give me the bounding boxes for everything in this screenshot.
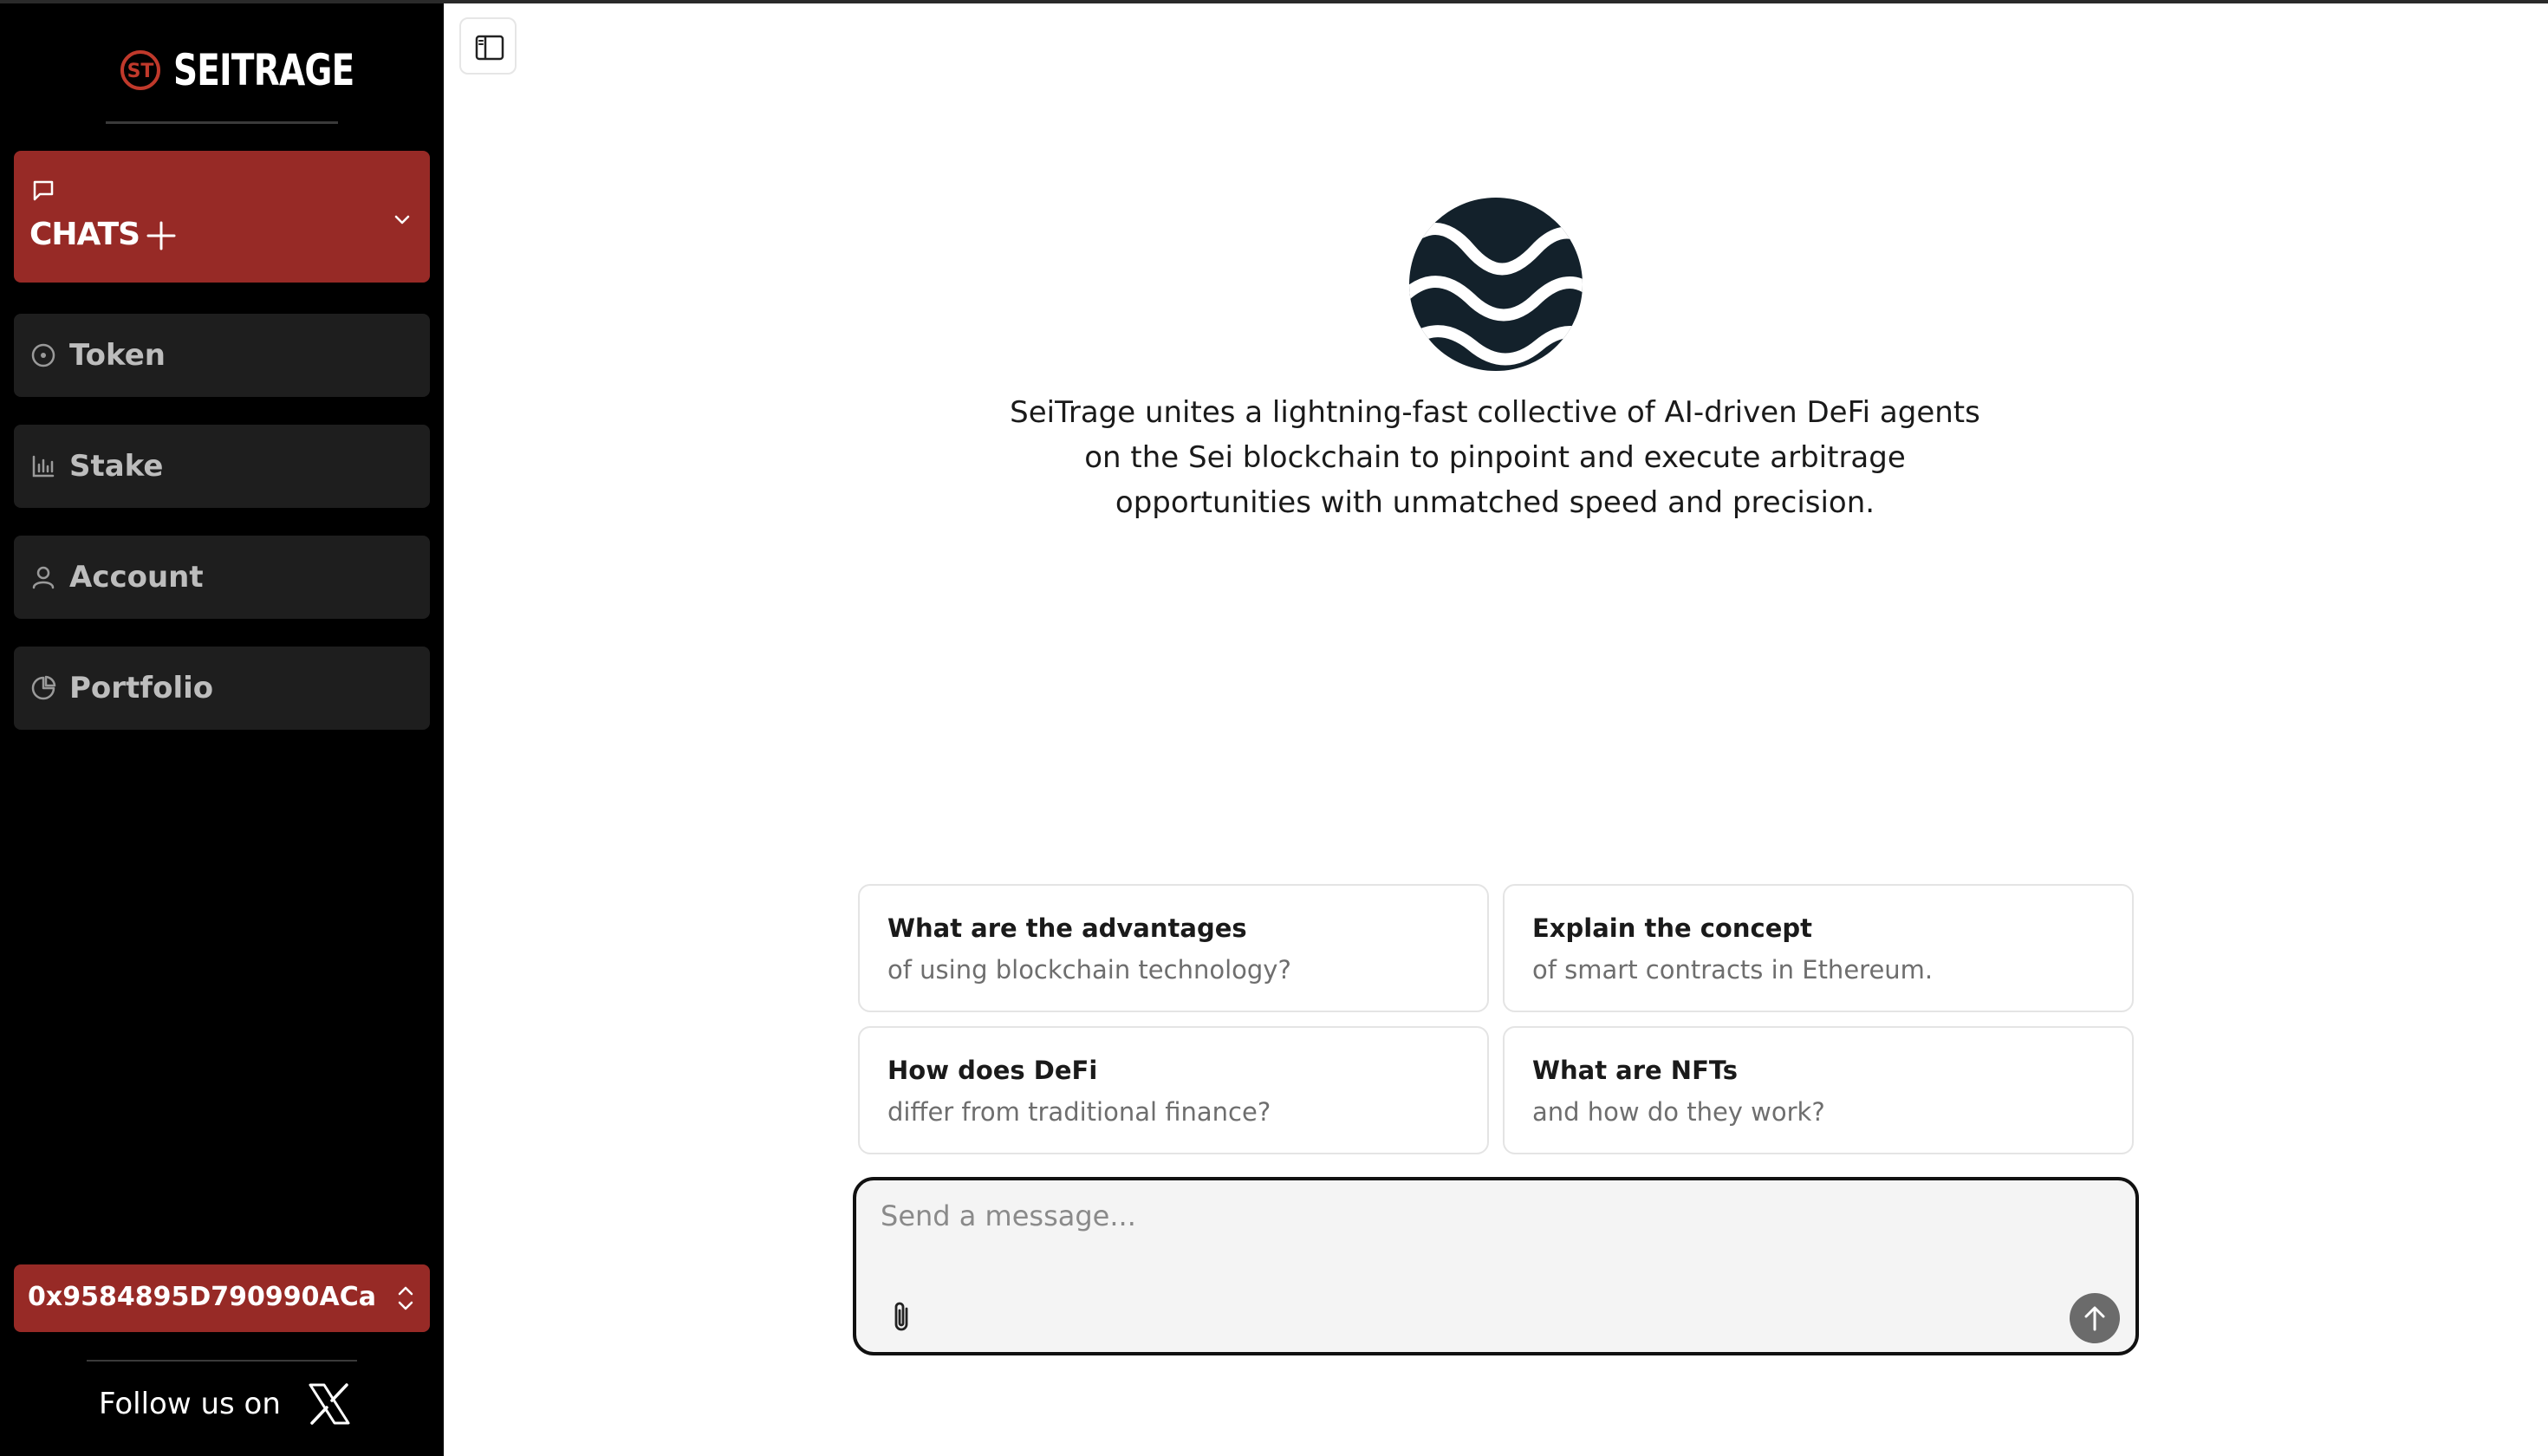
suggestion-subtitle: of using blockchain technology? [887, 955, 1291, 985]
paperclip-icon[interactable] [887, 1300, 917, 1335]
pie-chart-icon [31, 675, 56, 700]
divider [87, 1360, 357, 1362]
sidebar: ST SEITRAGE CHATS Token Stake Account Po… [0, 3, 444, 1456]
circle-dot-icon [31, 343, 55, 367]
brand[interactable]: ST SEITRAGE [120, 45, 405, 95]
chats-section[interactable]: CHATS [14, 151, 430, 283]
suggestion-subtitle: and how do they work? [1532, 1097, 1825, 1127]
suggestion-title: How does DeFi [887, 1056, 1098, 1085]
arrow-up-icon [2084, 1306, 2105, 1331]
intro-description: SeiTrage unites a lightning-fast collect… [997, 390, 1993, 525]
wallet-selector[interactable]: 0x9584895D790990ACaC... [14, 1264, 430, 1332]
toggle-sidebar-button[interactable] [459, 17, 517, 75]
sidebar-item-portfolio[interactable]: Portfolio [14, 647, 430, 730]
intro-line: SeiTrage unites a lightning-fast collect… [1010, 395, 1980, 430]
divider [106, 121, 338, 124]
send-button[interactable] [2070, 1293, 2120, 1343]
seitrage-logo-icon: ST [120, 50, 160, 90]
bar-chart-icon [32, 455, 55, 478]
brand-name: SEITRAGE [173, 45, 354, 95]
suggestion-card[interactable]: Explain the concept of smart contracts i… [1503, 884, 2134, 1012]
message-composer [853, 1177, 2139, 1355]
message-input[interactable] [881, 1199, 2094, 1251]
follow-us-link[interactable]: Follow us on [99, 1381, 352, 1427]
sidebar-item-label: Token [69, 338, 166, 373]
app-root: ST SEITRAGE CHATS Token Stake Account Po… [0, 0, 2548, 1456]
suggestion-title: What are NFTs [1532, 1056, 1739, 1085]
chevron-up-down-icon [398, 1286, 413, 1310]
sidebar-toggle-icon [475, 35, 504, 61]
sidebar-item-stake[interactable]: Stake [14, 425, 430, 508]
sidebar-item-token[interactable]: Token [14, 314, 430, 397]
suggestion-title: What are the advantages [887, 913, 1247, 943]
chat-bubble-icon [33, 180, 54, 201]
x-logo-icon[interactable] [307, 1381, 352, 1427]
sidebar-item-label: Portfolio [69, 671, 214, 705]
intro-line: opportunities with unmatched speed and p… [1115, 485, 1875, 520]
intro-line: on the Sei blockchain to pinpoint and ex… [1084, 440, 1906, 475]
sidebar-item-label: Stake [69, 449, 164, 484]
wallet-address: 0x9584895D790990ACaC... [28, 1282, 374, 1312]
suggestion-card[interactable]: How does DeFi differ from traditional fi… [858, 1026, 1489, 1154]
chats-label: CHATS [29, 217, 140, 252]
suggestion-title: Explain the concept [1532, 913, 1812, 943]
follow-text: Follow us on [99, 1387, 281, 1421]
sidebar-item-label: Account [69, 560, 204, 595]
suggestion-subtitle: differ from traditional finance? [887, 1097, 1271, 1127]
user-icon [32, 566, 55, 589]
new-chat-plus-icon[interactable] [144, 218, 179, 253]
suggestion-subtitle: of smart contracts in Ethereum. [1532, 955, 1934, 985]
suggestion-card[interactable]: What are the advantages of using blockch… [858, 884, 1489, 1012]
sidebar-item-account[interactable]: Account [14, 536, 430, 619]
svg-text:ST: ST [127, 61, 154, 82]
chevron-down-icon[interactable] [390, 208, 414, 232]
sei-logo-icon [1409, 198, 1583, 371]
suggestion-card[interactable]: What are NFTs and how do they work? [1503, 1026, 2134, 1154]
